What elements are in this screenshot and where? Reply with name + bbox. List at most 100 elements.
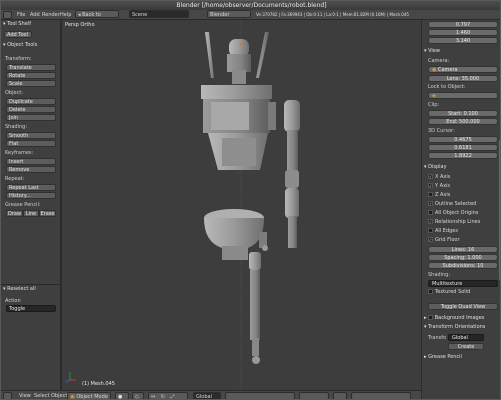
- grid-spacing-field[interactable]: Spacing: 1.000: [428, 254, 498, 261]
- create-orientation-button[interactable]: Create: [448, 343, 484, 350]
- background-images-title: Background Images: [434, 315, 485, 321]
- layer-buttons[interactable]: [225, 392, 295, 399]
- join-button[interactable]: Join: [6, 114, 56, 121]
- back-arrow-icon: ◂: [78, 12, 81, 18]
- clip-start-field[interactable]: Start: 0.100: [428, 110, 498, 117]
- all-object-origins-checkbox[interactable]: All Object Origins: [428, 210, 478, 217]
- 3d-view-editor-icon[interactable]: [3, 392, 12, 399]
- robot-torso: [201, 85, 276, 170]
- blender-window: Blender [/home/observer/Documents/robot.…: [0, 0, 501, 400]
- menu-select[interactable]: Select: [34, 391, 49, 399]
- 3d-view-header: View Select Object ▣ Object Mode ● ◇ ↔ ↻…: [1, 390, 421, 400]
- robot-model-render: [65, 20, 300, 390]
- operator-panel-header[interactable]: ▾ Reselect all: [3, 286, 59, 293]
- mode-dropdown[interactable]: ▣ Object Mode: [67, 392, 111, 399]
- view-panel-header[interactable]: ▾ View: [424, 48, 500, 55]
- 3d-viewport[interactable]: Persp Ortho (1) Mesh.045: [62, 20, 421, 390]
- pivot-dropdown[interactable]: ◇: [132, 392, 144, 399]
- grid-floor-checkbox[interactable]: ✓ Grid Floor: [428, 237, 460, 244]
- rotate-button[interactable]: Rotate: [6, 72, 56, 79]
- check-icon: ✓: [428, 237, 433, 242]
- camera-field[interactable]: ◉ Camera: [428, 66, 498, 73]
- history-button[interactable]: History...: [6, 192, 56, 199]
- object-tools-title: Object Tools: [7, 42, 38, 48]
- grid-lines-field[interactable]: Lines: 16: [428, 246, 498, 253]
- antenna-right: [256, 32, 269, 78]
- viewport-shading-dropdown[interactable]: ●: [115, 392, 129, 399]
- snap-buttons[interactable]: [299, 392, 329, 399]
- lock-to-object-label: Lock to Object:: [428, 84, 466, 90]
- smooth-button[interactable]: Smooth: [6, 132, 56, 139]
- check-icon: ✓: [428, 219, 433, 224]
- tool-shelf-title: Tool Shelf: [7, 21, 31, 27]
- grid-subdivisions-field[interactable]: Subdivisions: 10: [428, 262, 498, 269]
- y-axis-checkbox[interactable]: ✓ Y Axis: [428, 183, 450, 190]
- relationship-lines-checkbox[interactable]: ✓ Relationship Lines: [428, 219, 480, 226]
- transform-value-2[interactable]: 1.460: [428, 29, 498, 36]
- axis-gizmo: [65, 372, 76, 383]
- grease-line-button[interactable]: Line: [23, 210, 39, 217]
- unchecked-box-icon: [428, 315, 434, 320]
- tool-shelf-header[interactable]: ▾ Tool Shelf: [3, 21, 59, 28]
- grease-draw-button[interactable]: Draw: [6, 210, 23, 217]
- outline-selected-checkbox[interactable]: ✓ Outline Selected: [428, 201, 476, 208]
- toggle-quad-view-button[interactable]: Toggle Quad View: [428, 303, 498, 310]
- transform-orientations-title: Transform Orientations: [428, 324, 486, 330]
- cursor-z-field[interactable]: 1.8922: [428, 152, 498, 159]
- transform-value-1[interactable]: 0.797: [428, 21, 498, 28]
- orientation-dropdown[interactable]: Global: [193, 392, 221, 399]
- translate-button[interactable]: Translate: [6, 64, 56, 71]
- clip-end-field[interactable]: End: 500.000: [428, 118, 498, 125]
- menu-view[interactable]: View: [19, 391, 31, 399]
- lock-object-field[interactable]: ◈: [428, 92, 498, 99]
- render-engine-dropdown[interactable]: Blender Render: [207, 10, 251, 26]
- background-images-header[interactable]: ▸ Background Images: [424, 315, 500, 322]
- add-tool-button[interactable]: Add Tool: [4, 31, 32, 38]
- shading-dropdown[interactable]: Multitexture: [428, 280, 498, 287]
- transform-orientation-dropdown[interactable]: Global: [448, 334, 484, 341]
- menu-file[interactable]: File: [17, 10, 25, 20]
- menu-object[interactable]: Object: [51, 391, 67, 399]
- transform-orientations-header[interactable]: ▾ Transform Orientations: [424, 324, 500, 331]
- grease-erase-button[interactable]: Erase: [39, 210, 56, 217]
- repeat-last-button[interactable]: Repeat Last: [6, 184, 56, 191]
- lens-field[interactable]: Lens: 35.000: [428, 75, 498, 82]
- menu-help[interactable]: Help: [60, 10, 71, 20]
- transform-label: Transform:: [5, 56, 32, 62]
- scene-name: Scene: [132, 12, 148, 18]
- manipulator-icons: ↔ ↻ ⤢: [151, 394, 177, 400]
- grid-floor-label: Grid Floor: [435, 237, 460, 243]
- menu-render[interactable]: Render: [42, 10, 60, 20]
- shading-label: Shading:: [428, 272, 450, 278]
- x-axis-checkbox[interactable]: ✓ X Axis: [428, 174, 450, 181]
- cursor-x-field[interactable]: 0.4675: [428, 136, 498, 143]
- duplicate-button[interactable]: Duplicate: [6, 98, 56, 105]
- object-tools-header[interactable]: ▾ Object Tools: [3, 42, 59, 49]
- robot-leg: [249, 252, 261, 364]
- transform-orientation-label: Transfo: [428, 335, 447, 341]
- z-axis-checkbox[interactable]: Z Axis: [428, 192, 450, 199]
- tool-shelf-panel: ▾ Tool Shelf Add Tool ▾ Object Tools Tra…: [1, 20, 61, 390]
- remove-keyframe-button[interactable]: Remove: [6, 166, 56, 173]
- flat-button[interactable]: Flat: [6, 140, 56, 147]
- cursor-y-field[interactable]: 0.6181: [428, 144, 498, 151]
- scene-selector[interactable]: Scene: [129, 10, 189, 18]
- robot-arm: [284, 100, 300, 248]
- scale-button[interactable]: Scale: [6, 80, 56, 87]
- misc-buttons[interactable]: [351, 392, 411, 399]
- action-dropdown[interactable]: Toggle: [6, 305, 56, 312]
- display-panel-header[interactable]: ▾ Display: [424, 164, 500, 171]
- camera-label: Camera:: [428, 58, 450, 64]
- manipulator-buttons[interactable]: ↔ ↻ ⤢: [148, 392, 188, 400]
- grease-pencil-header[interactable]: ▸ Grease Pencil: [424, 354, 500, 361]
- info-editor-icon[interactable]: [3, 11, 12, 19]
- menu-add[interactable]: Add: [30, 10, 40, 20]
- textured-solid-checkbox[interactable]: Textured Solid: [428, 289, 470, 296]
- back-to-previous-button[interactable]: ◂ Back to Previous: [75, 10, 119, 26]
- all-edges-checkbox[interactable]: All Edges: [428, 228, 458, 235]
- transform-value-3[interactable]: 3.140: [428, 37, 498, 44]
- object-info: (1) Mesh.045: [82, 381, 115, 387]
- delete-button[interactable]: Delete: [6, 106, 56, 113]
- render-preview-button[interactable]: [333, 392, 347, 399]
- insert-keyframe-button[interactable]: Insert: [6, 158, 56, 165]
